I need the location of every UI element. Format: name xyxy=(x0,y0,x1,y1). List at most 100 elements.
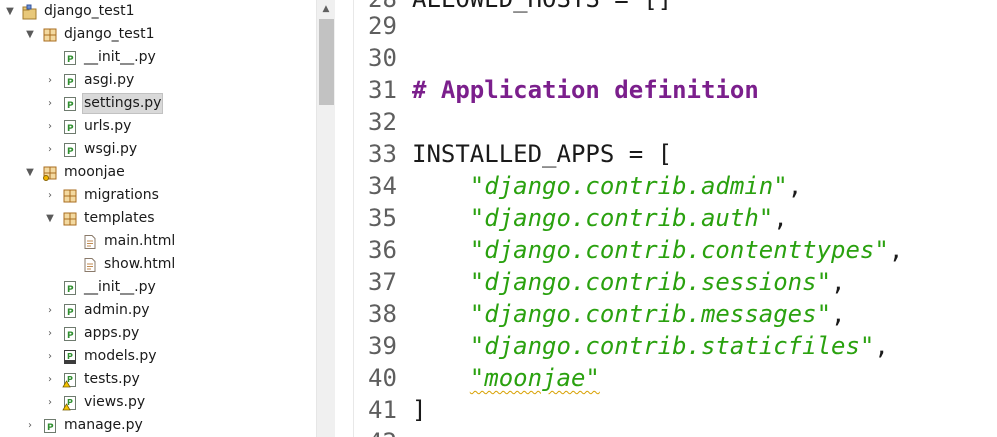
line-number: 40 xyxy=(368,364,397,392)
code-line-30: 30 xyxy=(368,42,997,74)
tree-item-asgi-py[interactable]: › P asgi.py xyxy=(0,69,316,92)
line-number: 37 xyxy=(368,268,397,296)
tree-item-label: migrations xyxy=(84,187,159,203)
python-file-warning-icon: P xyxy=(62,372,78,388)
svg-text:P: P xyxy=(67,101,74,111)
tree-item-main-html[interactable]: ▶ main.html xyxy=(0,230,316,253)
scroll-up-icon[interactable]: ▲ xyxy=(317,0,335,17)
chevron-down-icon[interactable]: ▼ xyxy=(24,161,36,184)
tree-item-tests-py[interactable]: › P tests.py xyxy=(0,368,316,391)
tree-item-migrations[interactable]: › migrations xyxy=(0,184,316,207)
code-comma: , xyxy=(874,332,889,360)
tree-item-manage-py[interactable]: › P manage.py xyxy=(0,414,316,437)
tree-item-label: wsgi.py xyxy=(84,141,138,157)
tree-item-moonjae[interactable]: ▼ moonjae xyxy=(0,161,316,184)
tree-item-label: __init__.py xyxy=(84,279,156,295)
chevron-right-icon[interactable]: › xyxy=(44,299,56,322)
tree-item-templates[interactable]: ▼ templates xyxy=(0,207,316,230)
project-icon xyxy=(22,4,38,20)
code-comma: , xyxy=(831,300,846,328)
chevron-right-icon[interactable]: › xyxy=(24,414,36,437)
tree-item-label: django_test1 xyxy=(44,3,135,19)
chevron-right-icon[interactable]: › xyxy=(44,184,56,207)
tree-item-models-py[interactable]: › P models.py xyxy=(0,345,316,368)
svg-text:P: P xyxy=(67,147,74,157)
scrollbar-thumb[interactable] xyxy=(319,19,334,105)
python-file-icon: P xyxy=(42,418,58,434)
code-text: ] xyxy=(412,396,427,424)
code-line-34: 34 "django.contrib.admin", xyxy=(368,170,997,202)
line-number: 38 xyxy=(368,300,397,328)
package-icon xyxy=(62,188,78,204)
tree-item-project-django-test1[interactable]: ▼ django_test1 xyxy=(0,0,316,23)
python-file-icon: P xyxy=(62,349,78,365)
editor-margin xyxy=(335,0,354,437)
code-line-39: 39 "django.contrib.staticfiles", xyxy=(368,330,997,362)
code-line-29: 29 xyxy=(368,10,997,42)
line-number: 35 xyxy=(368,204,397,232)
chevron-right-icon[interactable]: › xyxy=(44,345,56,368)
svg-text:P: P xyxy=(67,352,73,361)
tree-item-moonjae-init-py[interactable]: ▶ P __init__.py xyxy=(0,276,316,299)
chevron-down-icon[interactable]: ▼ xyxy=(4,0,16,23)
line-number: 29 xyxy=(368,12,397,40)
code-line-38: 38 "django.contrib.messages", xyxy=(368,298,997,330)
code-string: "django.contrib.sessions" xyxy=(469,268,832,296)
tree-item-show-html[interactable]: ▶ show.html xyxy=(0,253,316,276)
tree-item-label: models.py xyxy=(84,348,157,364)
chevron-right-icon[interactable]: › xyxy=(44,92,56,115)
chevron-down-icon[interactable]: ▼ xyxy=(24,23,36,46)
chevron-down-icon[interactable]: ▼ xyxy=(44,207,56,230)
explorer-scrollbar[interactable]: ▲ xyxy=(316,0,335,437)
tree-item-urls-py[interactable]: › P urls.py xyxy=(0,115,316,138)
line-number: 42 xyxy=(368,426,412,437)
line-number: 30 xyxy=(368,44,397,72)
tree-item-package-django-test1[interactable]: ▼ django_test1 xyxy=(0,23,316,46)
code-text: INSTALLED_APPS = [ xyxy=(412,140,673,168)
code-string: "django.contrib.staticfiles" xyxy=(469,332,875,360)
line-number: 32 xyxy=(368,108,397,136)
tree-item-wsgi-py[interactable]: › P wsgi.py xyxy=(0,138,316,161)
svg-text:P: P xyxy=(67,78,74,88)
line-number: 34 xyxy=(368,172,397,200)
code-line-35: 35 "django.contrib.auth", xyxy=(368,202,997,234)
svg-text:P: P xyxy=(67,331,74,341)
tree-item-label: show.html xyxy=(104,256,176,272)
chevron-right-icon[interactable]: › xyxy=(44,391,56,414)
tree-item-label: asgi.py xyxy=(84,72,135,88)
line-number: 39 xyxy=(368,332,397,360)
code-string-warning: "moonjae" xyxy=(469,364,600,392)
tree-item-label: apps.py xyxy=(84,325,140,341)
tree-item-views-py[interactable]: › P views.py xyxy=(0,391,316,414)
line-number: 33 xyxy=(368,140,397,168)
chevron-right-icon[interactable]: › xyxy=(44,115,56,138)
tree-item-settings-py[interactable]: › P settings.py xyxy=(0,92,316,115)
code-line-42: 42 xyxy=(368,426,997,437)
code-line-31: 31 # Application definition xyxy=(368,74,997,106)
html-file-icon xyxy=(82,234,98,250)
tree-item-label: urls.py xyxy=(84,118,132,134)
python-file-icon: P xyxy=(62,303,78,319)
tree-item-label: main.html xyxy=(104,233,176,249)
python-file-icon: P xyxy=(62,326,78,342)
tree-item-apps-py[interactable]: › P apps.py xyxy=(0,322,316,345)
chevron-right-icon[interactable]: › xyxy=(44,69,56,92)
chevron-right-icon[interactable]: › xyxy=(44,138,56,161)
line-number: 36 xyxy=(368,236,397,264)
html-file-icon xyxy=(82,257,98,273)
chevron-right-icon[interactable]: › xyxy=(44,368,56,391)
tree-item-init-py[interactable]: ▶ P __init__.py xyxy=(0,46,316,69)
tree-item-admin-py[interactable]: › P admin.py xyxy=(0,299,316,322)
code-comma: , xyxy=(831,268,846,296)
python-file-warning-icon: P xyxy=(62,395,78,411)
chevron-right-icon[interactable]: › xyxy=(44,322,56,345)
tree-item-label: django_test1 xyxy=(64,26,155,42)
tree-item-label: __init__.py xyxy=(84,49,156,65)
code-editor[interactable]: 28ALLOWED_HOSTS = [] 29 30 31# Applicati… xyxy=(354,0,997,437)
